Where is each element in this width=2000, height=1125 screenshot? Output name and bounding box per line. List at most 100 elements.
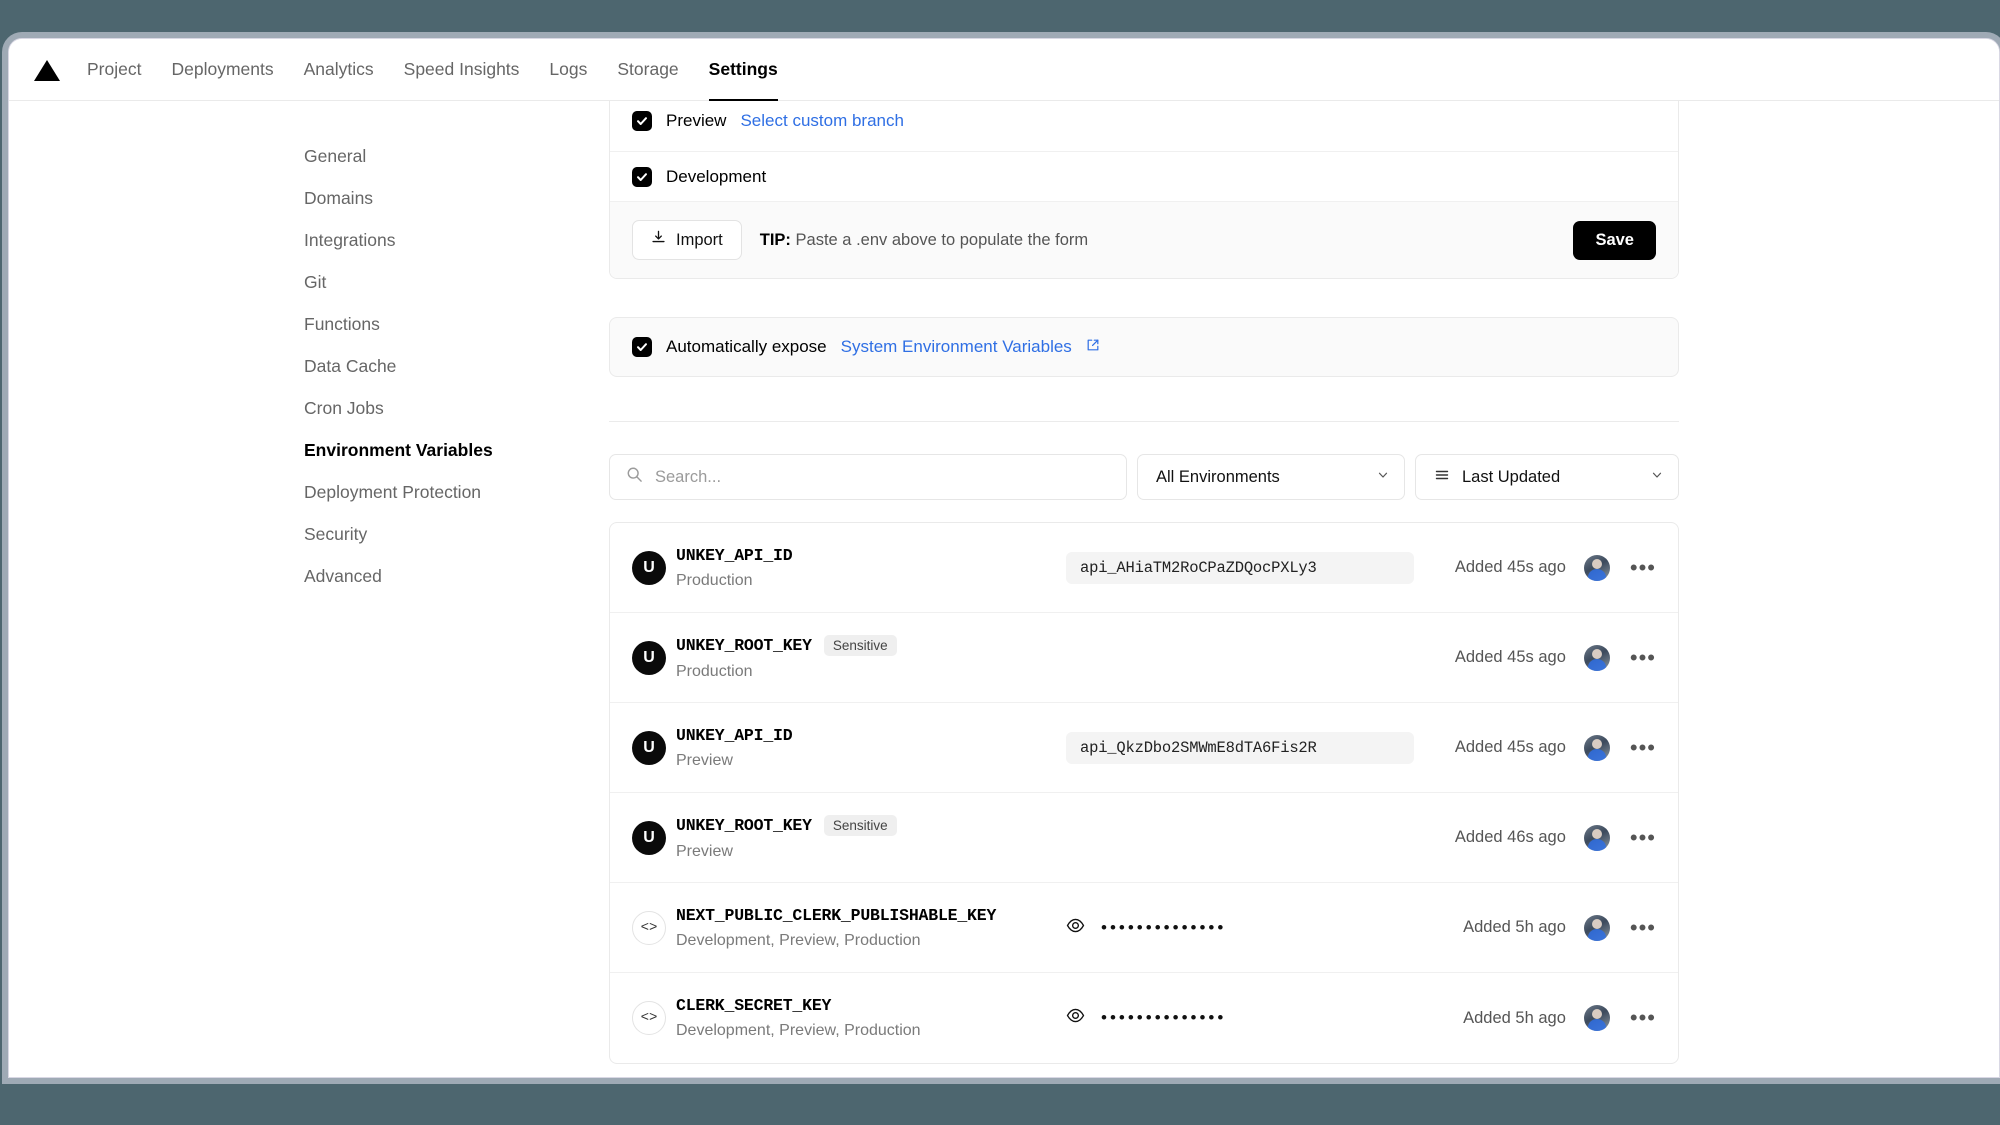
env-var-environments: Production	[676, 572, 1066, 590]
sort-select-value: Last Updated	[1462, 468, 1560, 487]
env-var-info: UNKEY_API_IDProduction	[676, 546, 1066, 590]
tip-prefix: TIP:	[760, 231, 791, 249]
env-var-value[interactable]: api_AHiaTM2RoCPaZDQocPXLy3	[1066, 552, 1414, 584]
env-var-key: UNKEY_ROOT_KEY	[676, 636, 812, 655]
tip-text: Paste a .env above to populate the form	[796, 231, 1089, 249]
env-var-info: CLERK_SECRET_KEYDevelopment, Preview, Pr…	[676, 996, 1066, 1040]
user-avatar	[1584, 645, 1610, 671]
top-nav-item-storage[interactable]: Storage	[617, 39, 678, 101]
select-custom-branch-link[interactable]: Select custom branch	[740, 111, 903, 131]
import-save-bar: Import TIP: Paste a .env above to popula…	[610, 201, 1678, 278]
env-var-value[interactable]: api_QkzDbo2SMWmE8dTA6Fis2R	[1066, 732, 1414, 764]
sidebar-item-domains[interactable]: Domains	[9, 177, 609, 219]
sidebar-item-advanced[interactable]: Advanced	[9, 555, 609, 597]
top-nav-item-deployments[interactable]: Deployments	[171, 39, 273, 101]
env-var-added-time: Added 5h ago	[1463, 1009, 1566, 1028]
code-brackets-icon: <>	[632, 911, 666, 945]
env-var-row[interactable]: <> CLERK_SECRET_KEYDevelopment, Preview, …	[610, 973, 1678, 1063]
env-var-environments: Preview	[676, 752, 1066, 770]
top-nav-item-project[interactable]: Project	[87, 39, 141, 101]
development-checkbox[interactable]	[632, 167, 652, 187]
status-badge-sensitive: Sensitive	[824, 815, 897, 836]
sidebar-item-cron-jobs[interactable]: Cron Jobs	[9, 387, 609, 429]
env-var-environments: Development, Preview, Production	[676, 932, 1066, 950]
env-var-row[interactable]: U UNKEY_API_IDPreviewapi_QkzDbo2SMWmE8dTA…	[610, 703, 1678, 793]
external-link-icon[interactable]	[1086, 338, 1100, 357]
unkey-logo-icon: U	[632, 641, 666, 675]
kebab-menu-icon[interactable]: •••	[1630, 923, 1656, 933]
env-filter-bar: All Environments Last Updated	[609, 454, 1679, 500]
masked-value: ••••••••••••••	[1101, 918, 1226, 938]
top-navigation: Project Deployments Analytics Speed Insight…	[9, 39, 1999, 101]
top-nav-item-settings[interactable]: Settings	[709, 39, 778, 101]
env-var-info: UNKEY_ROOT_KEYSensitiveProduction	[676, 635, 1066, 681]
page-body: GeneralDomainsIntegrationsGitFunctionsDa…	[9, 101, 1999, 1078]
status-badge-sensitive: Sensitive	[824, 635, 897, 656]
sidebar-item-data-cache[interactable]: Data Cache	[9, 345, 609, 387]
env-var-added-time: Added 5h ago	[1463, 918, 1566, 937]
unkey-logo-icon: U	[632, 731, 666, 765]
sidebar-item-environment-variables[interactable]: Environment Variables	[9, 429, 609, 471]
kebab-menu-icon[interactable]: •••	[1630, 833, 1656, 843]
top-nav-item-logs[interactable]: Logs	[549, 39, 587, 101]
env-var-environments: Preview	[676, 843, 1066, 861]
system-env-vars-link[interactable]: System Environment Variables	[841, 337, 1072, 357]
import-button-label: Import	[676, 231, 723, 250]
kebab-menu-icon[interactable]: •••	[1630, 563, 1656, 573]
unkey-logo-icon: U	[632, 821, 666, 855]
env-var-icon: U	[632, 731, 676, 765]
env-var-value-cell: ••••••••••••••	[1066, 1006, 1463, 1030]
environment-filter-value: All Environments	[1156, 468, 1280, 487]
eye-icon[interactable]	[1066, 916, 1085, 940]
env-var-added-time: Added 45s ago	[1455, 558, 1566, 577]
env-var-icon: <>	[632, 1001, 676, 1035]
chevron-down-icon	[1650, 468, 1664, 487]
env-var-info: UNKEY_API_IDPreview	[676, 726, 1066, 770]
env-var-icon: U	[632, 551, 676, 585]
sidebar-item-security[interactable]: Security	[9, 513, 609, 555]
code-brackets-icon: <>	[632, 1001, 666, 1035]
top-nav-items: Project Deployments Analytics Speed Insight…	[87, 39, 778, 101]
import-button[interactable]: Import	[632, 220, 742, 260]
save-button[interactable]: Save	[1573, 221, 1656, 260]
top-nav-item-analytics[interactable]: Analytics	[304, 39, 374, 101]
env-var-row[interactable]: UUNKEY_ROOT_KEYSensitivePreviewAdded 46s…	[610, 793, 1678, 883]
unkey-logo-icon: U	[632, 551, 666, 585]
environment-filter-select[interactable]: All Environments	[1137, 454, 1405, 500]
sidebar-item-general[interactable]: General	[9, 135, 609, 177]
search-input[interactable]	[655, 468, 1110, 487]
sidebar-item-integrations[interactable]: Integrations	[9, 219, 609, 261]
kebab-menu-icon[interactable]: •••	[1630, 653, 1656, 663]
scrollbar-track[interactable]	[1989, 39, 1999, 1077]
preview-checkbox[interactable]	[632, 111, 652, 131]
env-var-value-cell: api_AHiaTM2RoCPaZDQocPXLy3	[1066, 552, 1455, 584]
sort-lines-icon	[1434, 467, 1450, 488]
env-var-icon: U	[632, 821, 676, 855]
sort-select[interactable]: Last Updated	[1415, 454, 1679, 500]
vercel-triangle-icon[interactable]	[33, 58, 61, 82]
env-var-key: NEXT_PUBLIC_CLERK_PUBLISHABLE_KEY	[676, 906, 996, 925]
env-var-added-time: Added 45s ago	[1455, 738, 1566, 757]
preview-label: Preview	[666, 111, 726, 131]
import-tip: TIP: Paste a .env above to populate the …	[760, 231, 1088, 250]
kebab-menu-icon[interactable]: •••	[1630, 1013, 1656, 1023]
env-var-row[interactable]: UUNKEY_ROOT_KEYSensitiveProductionAdded …	[610, 613, 1678, 703]
env-var-row[interactable]: <> NEXT_PUBLIC_CLERK_PUBLISHABLE_KEY Devel…	[610, 883, 1678, 973]
auto-expose-checkbox[interactable]	[632, 337, 652, 357]
env-var-row[interactable]: U UNKEY_API_IDProductionapi_AHiaTM2RoCPaZ…	[610, 523, 1678, 613]
sidebar-item-deployment-protection[interactable]: Deployment Protection	[9, 471, 609, 513]
download-icon	[651, 230, 666, 250]
user-avatar	[1584, 825, 1610, 851]
sidebar-item-git[interactable]: Git	[9, 261, 609, 303]
search-box[interactable]	[609, 454, 1127, 500]
development-row: Development	[610, 151, 1678, 201]
sidebar-item-functions[interactable]: Functions	[9, 303, 609, 345]
top-nav-item-speed-insights[interactable]: Speed Insights	[404, 39, 520, 101]
eye-icon[interactable]	[1066, 1006, 1085, 1030]
user-avatar	[1584, 915, 1610, 941]
env-var-added-time: Added 45s ago	[1455, 648, 1566, 667]
env-var-icon: <>	[632, 911, 676, 945]
env-var-added-time: Added 46s ago	[1455, 828, 1566, 847]
env-var-environments: Development, Preview, Production	[676, 1022, 1066, 1040]
kebab-menu-icon[interactable]: •••	[1630, 743, 1656, 753]
